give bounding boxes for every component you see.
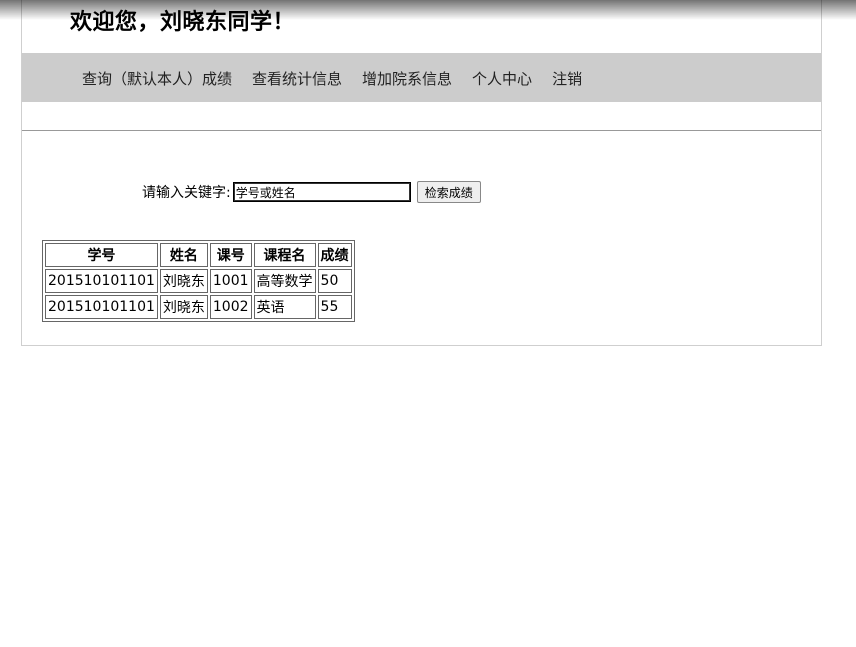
cell-score: 50	[317, 269, 352, 293]
nav-items: 查询（默认本人）成绩 查看统计信息 增加院系信息 个人中心 注销	[82, 68, 582, 89]
cell-name: 刘晓东	[159, 295, 208, 319]
cell-student-id: 201510101101	[45, 269, 158, 293]
nav-item-query-scores[interactable]: 查询（默认本人）成绩	[82, 68, 232, 89]
table-header-row: 学号 姓名 课号 课程名 成绩	[45, 243, 352, 267]
search-row: 请输入关键字: 检索成绩	[142, 181, 481, 203]
cell-course-id: 1001	[209, 269, 252, 293]
cell-course-name: 英语	[253, 295, 316, 319]
nav-item-logout[interactable]: 注销	[552, 68, 582, 89]
scores-table: 学号 姓名 课号 课程名 成绩 201510101101 刘晓东 1001 高等…	[42, 240, 355, 322]
search-input[interactable]	[232, 182, 411, 202]
nav-item-view-statistics[interactable]: 查看统计信息	[252, 68, 342, 89]
search-label: 请输入关键字:	[142, 185, 231, 201]
welcome-heading: 欢迎您，刘晓东同学！	[70, 10, 296, 35]
nav-item-personal-center[interactable]: 个人中心	[472, 68, 532, 89]
page-frame: 欢迎您，刘晓东同学！ 查询（默认本人）成绩 查看统计信息 增加院系信息 个人中心…	[21, 0, 822, 346]
cell-score: 55	[317, 295, 352, 319]
column-header-course-name: 课程名	[253, 243, 316, 267]
column-header-name: 姓名	[159, 243, 208, 267]
table-row: 201510101101 刘晓东 1002 英语 55	[45, 295, 352, 319]
cell-course-name: 高等数学	[253, 269, 316, 293]
nav-item-add-department[interactable]: 增加院系信息	[362, 68, 452, 89]
divider	[22, 130, 821, 131]
column-header-course-id: 课号	[209, 243, 252, 267]
column-header-score: 成绩	[317, 243, 352, 267]
cell-student-id: 201510101101	[45, 295, 158, 319]
nav-bar: 查询（默认本人）成绩 查看统计信息 增加院系信息 个人中心 注销	[22, 53, 821, 102]
cell-name: 刘晓东	[159, 269, 208, 293]
column-header-student-id: 学号	[45, 243, 158, 267]
cell-course-id: 1002	[209, 295, 252, 319]
search-scores-button[interactable]: 检索成绩	[416, 181, 481, 203]
table-row: 201510101101 刘晓东 1001 高等数学 50	[45, 269, 352, 293]
